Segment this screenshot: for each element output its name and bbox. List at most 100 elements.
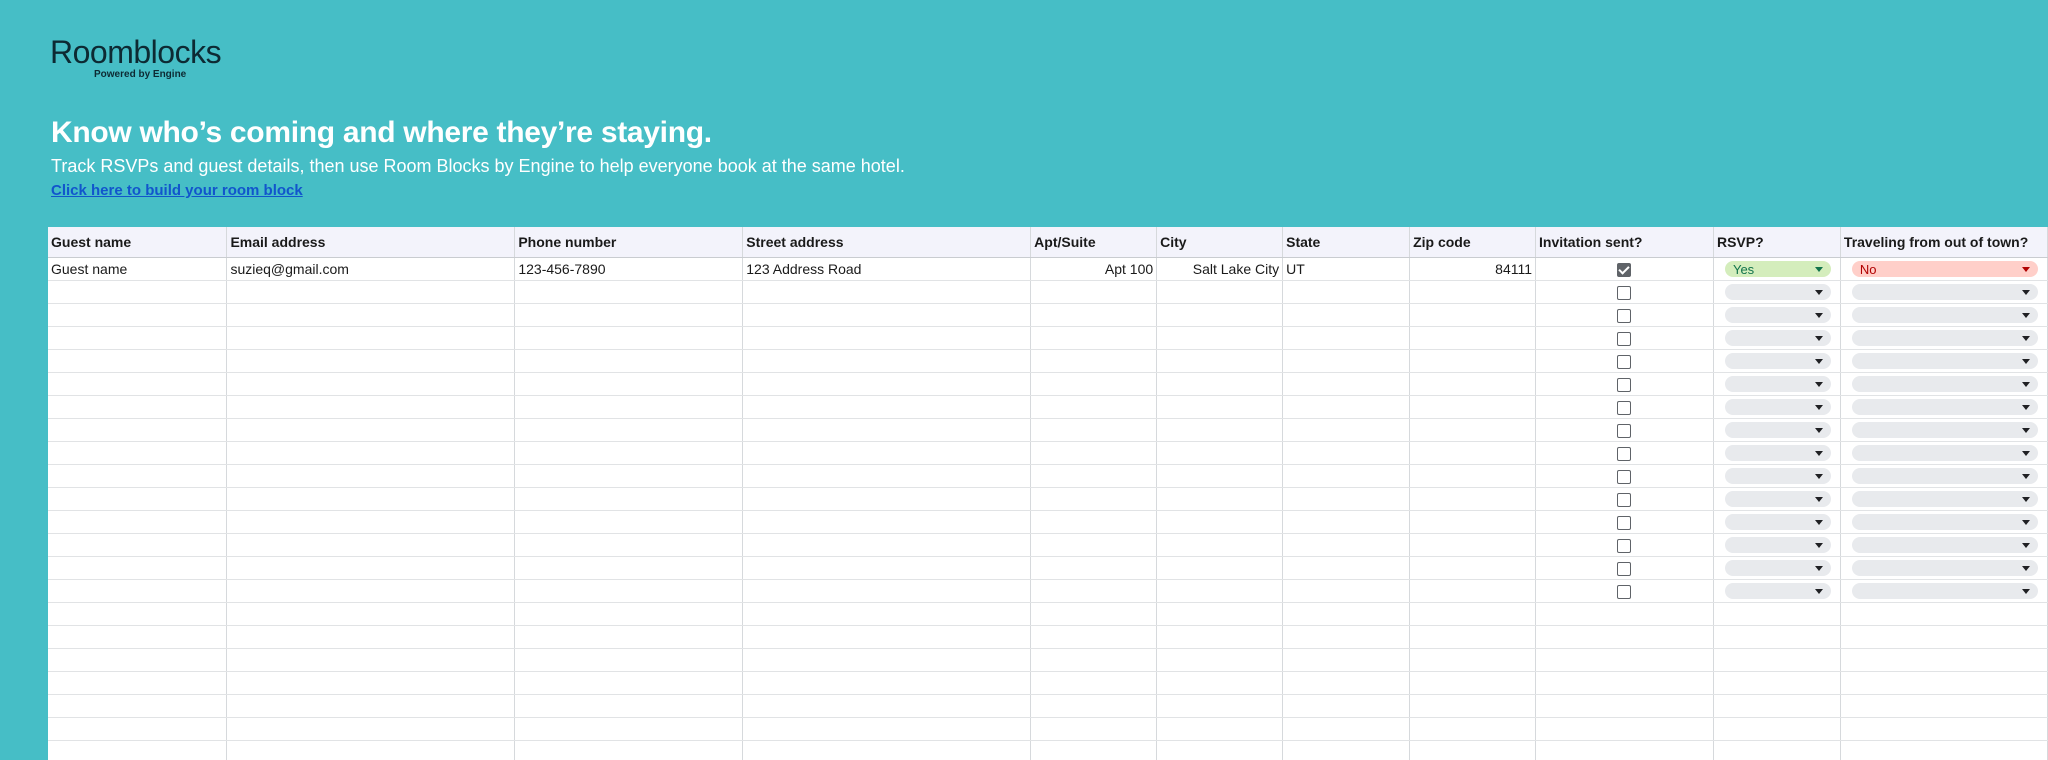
rsvp-dropdown[interactable] — [1724, 445, 1831, 461]
cell-city[interactable] — [1156, 418, 1284, 442]
cell-apt[interactable] — [1030, 464, 1158, 488]
cell-state[interactable] — [1282, 487, 1411, 511]
cell-state[interactable] — [1282, 671, 1411, 695]
cell-phone[interactable] — [514, 280, 744, 304]
cell-street[interactable] — [742, 648, 1032, 672]
header-apt-suite[interactable]: Apt/Suite — [1030, 227, 1158, 258]
cell-zip[interactable] — [1409, 694, 1537, 718]
cell-city[interactable] — [1156, 372, 1284, 396]
cell-state[interactable] — [1282, 717, 1411, 741]
cell-zip[interactable] — [1409, 418, 1537, 442]
cell-street[interactable] — [742, 464, 1032, 488]
cell-email[interactable] — [226, 625, 516, 649]
cell-state[interactable] — [1282, 372, 1411, 396]
cell-zip[interactable] — [1409, 464, 1537, 488]
rsvp-dropdown[interactable] — [1724, 537, 1831, 553]
rsvp-dropdown[interactable] — [1724, 353, 1831, 369]
cell-city[interactable] — [1156, 326, 1284, 350]
cell-guest-name[interactable] — [48, 625, 228, 649]
cell-street[interactable] — [742, 671, 1032, 695]
cell-rsvp[interactable] — [1713, 694, 1841, 718]
cell-guest-name[interactable] — [48, 487, 228, 511]
cell-guest-name[interactable] — [48, 717, 228, 741]
cell-zip[interactable] — [1409, 349, 1537, 373]
cell-apt[interactable] — [1030, 740, 1158, 760]
cell-phone[interactable] — [514, 464, 744, 488]
rsvp-dropdown[interactable] — [1724, 376, 1831, 392]
cell-out-of-town[interactable] — [1840, 717, 2048, 741]
cell-phone[interactable] — [514, 740, 744, 760]
cell-street[interactable] — [742, 533, 1032, 557]
cell-invitation-sent[interactable] — [1535, 625, 1714, 649]
cell-street[interactable] — [742, 372, 1032, 396]
out-of-town-dropdown[interactable] — [1851, 560, 2038, 576]
cell-email[interactable] — [226, 395, 516, 419]
cell-zip[interactable] — [1409, 556, 1537, 580]
cell-street[interactable] — [742, 717, 1032, 741]
out-of-town-dropdown[interactable] — [1851, 445, 2038, 461]
cell-city[interactable] — [1156, 602, 1284, 626]
cell-guest-name[interactable] — [48, 303, 228, 327]
cell-city[interactable] — [1156, 671, 1284, 695]
cell-city[interactable]: Salt Lake City — [1156, 257, 1284, 281]
out-of-town-dropdown[interactable] — [1851, 307, 2038, 323]
cell-city[interactable] — [1156, 648, 1284, 672]
header-city[interactable]: City — [1156, 227, 1284, 258]
cell-apt[interactable] — [1030, 280, 1158, 304]
out-of-town-dropdown[interactable]: No — [1851, 261, 2038, 277]
out-of-town-dropdown[interactable] — [1851, 284, 2038, 300]
cell-invitation-sent[interactable] — [1535, 694, 1714, 718]
cell-phone[interactable] — [514, 533, 744, 557]
cell-rsvp[interactable] — [1713, 602, 1841, 626]
cell-guest-name[interactable] — [48, 349, 228, 373]
header-invitation-sent[interactable]: Invitation sent? — [1535, 227, 1714, 258]
cell-guest-name[interactable] — [48, 740, 228, 760]
invitation-checkbox[interactable] — [1617, 355, 1632, 370]
cell-apt[interactable] — [1030, 395, 1158, 419]
cell-guest-name[interactable] — [48, 464, 228, 488]
cell-email[interactable] — [226, 740, 516, 760]
cell-phone[interactable] — [514, 395, 744, 419]
out-of-town-dropdown[interactable] — [1851, 353, 2038, 369]
cell-apt[interactable] — [1030, 487, 1158, 511]
cell-email[interactable] — [226, 510, 516, 534]
cell-email[interactable] — [226, 326, 516, 350]
header-phone-number[interactable]: Phone number — [514, 227, 744, 258]
rsvp-dropdown[interactable] — [1724, 583, 1831, 599]
cell-email[interactable] — [226, 418, 516, 442]
invitation-checkbox[interactable] — [1617, 286, 1632, 301]
cell-state[interactable] — [1282, 326, 1411, 350]
cell-out-of-town[interactable] — [1840, 625, 2048, 649]
cell-state[interactable] — [1282, 441, 1411, 465]
cell-phone[interactable] — [514, 349, 744, 373]
cell-street[interactable] — [742, 740, 1032, 760]
cell-street[interactable] — [742, 556, 1032, 580]
invitation-checkbox[interactable] — [1617, 562, 1632, 577]
cell-email[interactable] — [226, 533, 516, 557]
cell-zip[interactable] — [1409, 625, 1537, 649]
cell-email[interactable] — [226, 602, 516, 626]
cell-zip[interactable] — [1409, 671, 1537, 695]
cell-city[interactable] — [1156, 533, 1284, 557]
cell-state[interactable] — [1282, 395, 1411, 419]
cell-city[interactable] — [1156, 694, 1284, 718]
cell-phone[interactable] — [514, 441, 744, 465]
cell-email[interactable] — [226, 280, 516, 304]
rsvp-dropdown[interactable] — [1724, 468, 1831, 484]
cell-phone[interactable] — [514, 671, 744, 695]
cell-city[interactable] — [1156, 464, 1284, 488]
cell-email[interactable] — [226, 671, 516, 695]
cell-state[interactable] — [1282, 648, 1411, 672]
cell-street[interactable] — [742, 349, 1032, 373]
rsvp-dropdown[interactable] — [1724, 284, 1831, 300]
cell-rsvp[interactable] — [1713, 671, 1841, 695]
cell-street[interactable]: 123 Address Road — [742, 257, 1032, 281]
cell-phone[interactable] — [514, 556, 744, 580]
cell-guest-name[interactable] — [48, 694, 228, 718]
cell-email[interactable]: suzieq@gmail.com — [226, 257, 516, 281]
cell-zip[interactable] — [1409, 717, 1537, 741]
cell-apt[interactable] — [1030, 418, 1158, 442]
cell-apt[interactable] — [1030, 441, 1158, 465]
cell-apt[interactable] — [1030, 533, 1158, 557]
cell-state[interactable] — [1282, 625, 1411, 649]
